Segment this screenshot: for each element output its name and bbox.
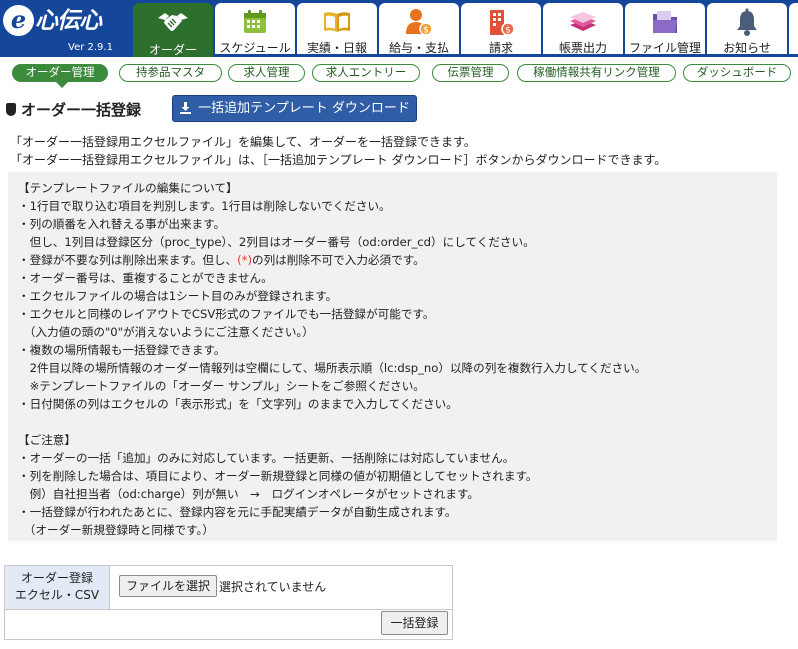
shield-icon [6, 103, 16, 116]
tab-label: お知らせ [723, 41, 771, 55]
note-line: ・列の順番を入れ替える事が出来ます。 [18, 217, 226, 231]
file-input-cell: ファイルを選択 選択されていません [110, 566, 452, 610]
logo-mark: e [3, 5, 34, 36]
calendar-icon [215, 7, 295, 37]
bell-icon [707, 7, 787, 37]
subtab-job-entry[interactable]: 求人エントリー [312, 64, 420, 82]
note-line: ※テンプレートファイルの「オーダー サンプル」シートをご参照ください。 [18, 379, 425, 393]
note-text: の列は削除不可で入力必須です。 [251, 253, 425, 267]
note-line: ・1行目で取り込む項目を判別します。1行目は削除しないでください。 [18, 199, 391, 213]
building-coin-icon: $ [461, 7, 541, 37]
form-footer: 一括登録 [5, 610, 452, 639]
tab-label: 請求 [488, 41, 513, 55]
subtab-order-management[interactable]: オーダー管理 [12, 64, 108, 82]
bulk-register-button[interactable]: 一括登録 [381, 611, 448, 635]
subtab-job-management[interactable]: 求人管理 [228, 64, 305, 82]
note-line-required: ・登録が不要な列は削除出来ます。但し、(*)の列は削除不可で入力必須です。 [18, 252, 425, 268]
tab-label: オーダー [148, 43, 197, 57]
caution-line: ・列を削除した場合は、項目により、オーダー新規登録と同様の値が初期値としてセット… [18, 469, 538, 483]
tab-label: スケジュール [219, 41, 291, 55]
tab-overflow[interactable] [789, 3, 798, 54]
tab-form-output[interactable]: 帳票出力 [543, 3, 623, 55]
note-text: ・登録が不要な列は削除出来ます。但し、 [18, 253, 238, 267]
notes-panel: 【テンプレートファイルの編集について】 ・1行目で取り込む項目を判別します。1行… [8, 172, 777, 541]
download-button-label: 一括追加テンプレート ダウンロード [198, 101, 410, 116]
note-line: ・複数の場所情報も一括登録できます。 [18, 343, 226, 357]
caution-line: ・一括登録が行われたあとに、登録内容を元に手配実績データが自動生成されます。 [18, 505, 457, 519]
required-mark: (*) [237, 253, 252, 267]
template-download-button[interactable]: 一括追加テンプレート ダウンロード [172, 95, 417, 122]
page-title: オーダー一括登録 [6, 99, 141, 120]
folder-icon [625, 7, 705, 37]
caution-heading: 【ご注意】 [18, 433, 76, 447]
tab-label: 帳票出力 [558, 41, 607, 55]
page-title-text: オーダー一括登録 [21, 101, 142, 119]
svg-text:$: $ [423, 26, 429, 36]
tab-payroll[interactable]: $ 給与・支払 [379, 3, 459, 55]
intro-text: 「オーダー一括登録用エクセルファイル」は、［一括追加テンプレート ダウンロード］… [10, 153, 667, 167]
template-notes-heading: 【テンプレートファイルの編集について】 [18, 181, 238, 195]
subtab-dashboard[interactable]: ダッシュボード [683, 64, 791, 82]
tab-file-management[interactable]: ファイル管理 [625, 3, 705, 55]
tab-schedule[interactable]: スケジュール [215, 3, 295, 55]
note-line: （入力値の頭の"0"が消えないようにご注意ください。） [18, 325, 314, 339]
payroll-person-icon: $ [379, 7, 459, 37]
book-icon [297, 7, 377, 37]
caution-line: 例）自社担当者（od:charge）列が無い → ログインオペレータがセットされ… [18, 487, 479, 501]
upload-field-label: オーダー登録 エクセル・CSV [5, 566, 110, 610]
label-line: エクセル・CSV [14, 588, 100, 602]
note-line: ・オーダー番号は、重複することができません。 [18, 271, 273, 285]
download-icon [179, 98, 192, 123]
caution-line: ・オーダーの一括「追加」のみに対応しています。一括更新、一括削除には対応していま… [18, 451, 515, 465]
note-line: 但し、1列目は登録区分（proc_type）、2列目はオーダー番号（od:ord… [18, 235, 535, 249]
app-logo[interactable]: e 心伝心 Ver 2.9.1 [0, 0, 128, 57]
upload-form: オーダー登録 エクセル・CSV ファイルを選択 選択されていません 一括登録 [4, 565, 453, 640]
file-status-text: 選択されていません [219, 580, 327, 594]
document-stack-icon [543, 7, 623, 37]
tab-label: ファイル管理 [628, 41, 701, 55]
label-line: オーダー登録 [20, 571, 93, 585]
tab-label: 給与・支払 [388, 41, 449, 55]
choose-file-button[interactable]: ファイルを選択 [119, 575, 218, 597]
tab-label: 実績・日報 [306, 41, 367, 55]
note-line: ・日付関係の列はエクセルの「表示形式」を「文字列」のままで入力してください。 [18, 397, 458, 411]
subtab-slip-management[interactable]: 伝票管理 [432, 64, 509, 82]
handshake-icon [133, 7, 213, 37]
tab-billing[interactable]: $ 請求 [461, 3, 541, 55]
tab-order[interactable]: オーダー [133, 3, 213, 57]
intro-text: 「オーダー一括登録用エクセルファイル」を編集して、オーダーを一括登録できます。 [10, 135, 476, 149]
sub-navigation: オーダー管理 持参品マスタ 求人管理 求人エントリー 伝票管理 稼働情報共有リン… [0, 60, 798, 88]
note-line: ・エクセルファイルの場合は1シート目のみが登録されます。 [18, 289, 338, 303]
subtab-share-link-management[interactable]: 稼働情報共有リンク管理 [517, 64, 676, 82]
tab-notifications[interactable]: お知らせ [707, 3, 787, 55]
caution-line: （オーダー新規登録時と同様です。） [18, 523, 214, 537]
note-line: ・エクセルと同様のレイアウトでCSV形式のファイルでも一括登録が可能です。 [18, 307, 435, 321]
subtab-carry-items-master[interactable]: 持参品マスタ [119, 64, 222, 82]
top-header: e 心伝心 Ver 2.9.1 オーダー スケジュール 実績・日報 $ 給与・支… [0, 0, 798, 57]
active-subtab-caret [56, 82, 68, 88]
tab-results[interactable]: 実績・日報 [297, 3, 377, 55]
note-line: 2件目以降の場所情報のオーダー情報列は空欄にして、場所表示順（lc:dsp_no… [18, 361, 647, 375]
svg-text:$: $ [505, 26, 511, 36]
app-version: Ver 2.9.1 [68, 42, 113, 53]
logo-text: 心伝心 [35, 8, 102, 34]
